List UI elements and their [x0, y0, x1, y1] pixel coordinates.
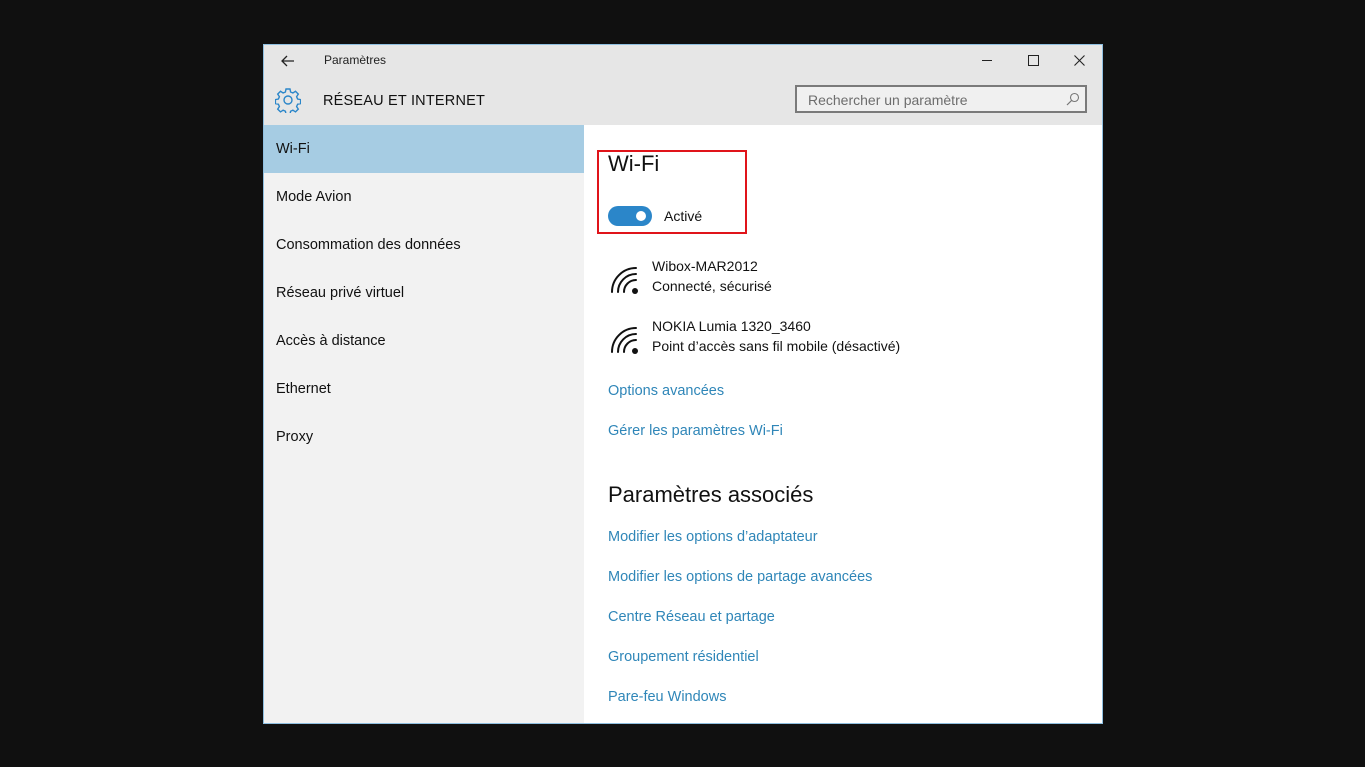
adapter-options-link[interactable]: Modifier les options d’adaptateur: [608, 529, 818, 545]
back-arrow-icon: [281, 55, 294, 67]
sidebar-item-ethernet[interactable]: Ethernet: [264, 365, 584, 413]
wifi-signal-icon: [611, 267, 638, 294]
toggle-knob: [636, 211, 646, 221]
close-icon: [1073, 54, 1085, 66]
title-bar: Paramètres RÉSEAU ET INTERNET: [264, 45, 1102, 125]
search-icon[interactable]: [1066, 92, 1080, 106]
windows-firewall-link[interactable]: Pare-feu Windows: [608, 689, 726, 705]
network-item[interactable]: Wibox-MAR2012 Connecté, sécurisé: [608, 258, 928, 302]
sidebar-item-vpn[interactable]: Réseau privé virtuel: [264, 269, 584, 317]
network-status: Point d’accès sans fil mobile (désactivé…: [652, 338, 901, 354]
sidebar-nav: Wi-Fi Mode Avion Consommation des donnée…: [264, 125, 584, 723]
wifi-signal-icon: [611, 327, 638, 354]
main-content: Wi-Fi Activé Wibox-MAR2012 Connecté, séc…: [584, 125, 1102, 723]
minimize-icon: [982, 60, 992, 61]
back-button[interactable]: [276, 51, 300, 71]
search-input[interactable]: [806, 91, 1060, 109]
advanced-sharing-link[interactable]: Modifier les options de partage avancées: [608, 569, 872, 585]
sidebar-item-data-usage[interactable]: Consommation des données: [264, 221, 584, 269]
advanced-options-link[interactable]: Options avancées: [608, 383, 724, 399]
section-title: RÉSEAU ET INTERNET: [323, 93, 486, 109]
wifi-toggle[interactable]: [608, 206, 652, 226]
manage-wifi-settings-link[interactable]: Gérer les paramètres Wi-Fi: [608, 423, 783, 439]
network-name: Wibox-MAR2012: [652, 258, 758, 274]
homegroup-link[interactable]: Groupement résidentiel: [608, 649, 759, 665]
related-settings-heading: Paramètres associés: [608, 482, 814, 507]
network-item[interactable]: NOKIA Lumia 1320_3460 Point d’accès sans…: [608, 318, 928, 362]
window-title: Paramètres: [324, 53, 387, 67]
sidebar-item-proxy[interactable]: Proxy: [264, 413, 584, 461]
sidebar-item-wifi[interactable]: Wi-Fi: [264, 125, 584, 173]
network-name: NOKIA Lumia 1320_3460: [652, 318, 811, 334]
gear-icon: [275, 88, 301, 113]
close-button[interactable]: [1056, 45, 1102, 75]
sidebar-item-dial-up[interactable]: Accès à distance: [264, 317, 584, 365]
maximize-icon: [1027, 54, 1039, 66]
network-status: Connecté, sécurisé: [652, 278, 772, 294]
search-box[interactable]: [795, 85, 1087, 113]
minimize-button[interactable]: [964, 45, 1010, 75]
sidebar-item-airplane-mode[interactable]: Mode Avion: [264, 173, 584, 221]
maximize-button[interactable]: [1010, 45, 1056, 75]
wifi-toggle-label: Activé: [664, 208, 703, 224]
wifi-heading: Wi-Fi: [608, 151, 660, 176]
network-sharing-center-link[interactable]: Centre Réseau et partage: [608, 609, 775, 625]
settings-window: Paramètres RÉSEAU ET INTERNET Wi-Fi Mode…: [263, 44, 1103, 724]
